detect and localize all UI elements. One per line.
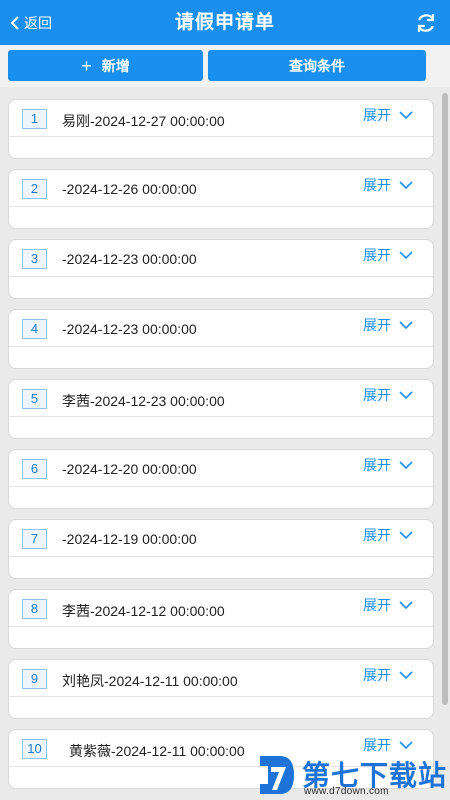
scrollbar[interactable]: [442, 93, 448, 705]
item-number: 10: [22, 739, 47, 759]
list-item[interactable]: 5 李茜-2024-12-23 00:00:00 展开: [8, 379, 434, 439]
expand-button[interactable]: 展开: [363, 665, 413, 685]
expand-button[interactable]: 展开: [363, 385, 413, 405]
item-number: 4: [22, 319, 47, 339]
expand-button[interactable]: 展开: [363, 315, 413, 335]
list-item[interactable]: 1 易刚-2024-12-27 00:00:00 展开: [8, 99, 434, 159]
plus-icon: +: [81, 55, 92, 76]
chevron-down-icon: [399, 530, 413, 539]
chevron-down-icon: [399, 110, 413, 119]
chevron-down-icon: [399, 740, 413, 749]
item-title: 李茜-2024-12-12 00:00:00: [62, 603, 225, 619]
item-title: -2024-12-20 00:00:00: [62, 461, 197, 477]
expand-label: 展开: [363, 457, 391, 473]
list-item[interactable]: 2 -2024-12-26 00:00:00 展开: [8, 169, 434, 229]
list-item[interactable]: 4 -2024-12-23 00:00:00 展开: [8, 309, 434, 369]
list-item[interactable]: 6 -2024-12-20 00:00:00 展开: [8, 449, 434, 509]
expand-label: 展开: [363, 667, 391, 683]
item-number: 2: [22, 179, 47, 199]
action-bar: + 新增 查询条件: [0, 45, 450, 87]
chevron-down-icon: [399, 600, 413, 609]
watermark: 第七下载站 www.d7down.com: [256, 752, 450, 800]
expand-label: 展开: [363, 317, 391, 333]
item-title: -2024-12-19 00:00:00: [62, 531, 197, 547]
list-item[interactable]: 9 刘艳凤-2024-12-11 00:00:00 展开: [8, 659, 434, 719]
expand-label: 展开: [363, 107, 391, 123]
item-number: 3: [22, 249, 47, 269]
chevron-down-icon: [399, 180, 413, 189]
item-title: -2024-12-23 00:00:00: [62, 321, 197, 337]
expand-label: 展开: [363, 387, 391, 403]
item-title: -2024-12-26 00:00:00: [62, 181, 197, 197]
item-number: 6: [22, 459, 47, 479]
query-conditions-button[interactable]: 查询条件: [208, 50, 426, 81]
list-item[interactable]: 7 -2024-12-19 00:00:00 展开: [8, 519, 434, 579]
query-label: 查询条件: [289, 57, 345, 74]
refresh-icon[interactable]: [414, 11, 438, 35]
item-title: 易刚-2024-12-27 00:00:00: [62, 113, 225, 129]
item-number: 5: [22, 389, 47, 409]
expand-label: 展开: [363, 527, 391, 543]
chevron-down-icon: [399, 250, 413, 259]
expand-label: 展开: [363, 247, 391, 263]
expand-button[interactable]: 展开: [363, 105, 413, 125]
add-label: 新增: [101, 57, 130, 74]
item-number: 7: [22, 529, 47, 549]
watermark-url: www.d7down.com: [304, 786, 389, 797]
item-number: 9: [22, 669, 47, 689]
expand-button[interactable]: 展开: [363, 595, 413, 615]
chevron-down-icon: [399, 390, 413, 399]
item-title: -2024-12-23 00:00:00: [62, 251, 197, 267]
expand-label: 展开: [363, 177, 391, 193]
item-number: 8: [22, 599, 47, 619]
list-item[interactable]: 3 -2024-12-23 00:00:00 展开: [8, 239, 434, 299]
item-title: 黄紫薇-2024-12-11 00:00:00: [69, 743, 245, 759]
app-header: 返回 请假申请单: [0, 0, 450, 45]
page-title: 请假申请单: [174, 12, 275, 33]
chevron-down-icon: [399, 670, 413, 679]
chevron-down-icon: [399, 460, 413, 469]
add-button[interactable]: + 新增: [8, 50, 203, 81]
item-title: 李茜-2024-12-23 00:00:00: [62, 393, 225, 409]
chevron-down-icon: [399, 320, 413, 329]
item-number: 1: [22, 109, 47, 129]
d7-logo-icon: [260, 756, 294, 794]
expand-button[interactable]: 展开: [363, 175, 413, 195]
expand-label: 展开: [363, 597, 391, 613]
list-item[interactable]: 8 李茜-2024-12-12 00:00:00 展开: [8, 589, 434, 649]
leave-request-list[interactable]: 1 易刚-2024-12-27 00:00:00 展开 2 -2024-12-2…: [0, 87, 450, 800]
item-title: 刘艳凤-2024-12-11 00:00:00: [62, 673, 238, 689]
expand-button[interactable]: 展开: [363, 455, 413, 475]
expand-button[interactable]: 展开: [363, 245, 413, 265]
expand-button[interactable]: 展开: [363, 525, 413, 545]
